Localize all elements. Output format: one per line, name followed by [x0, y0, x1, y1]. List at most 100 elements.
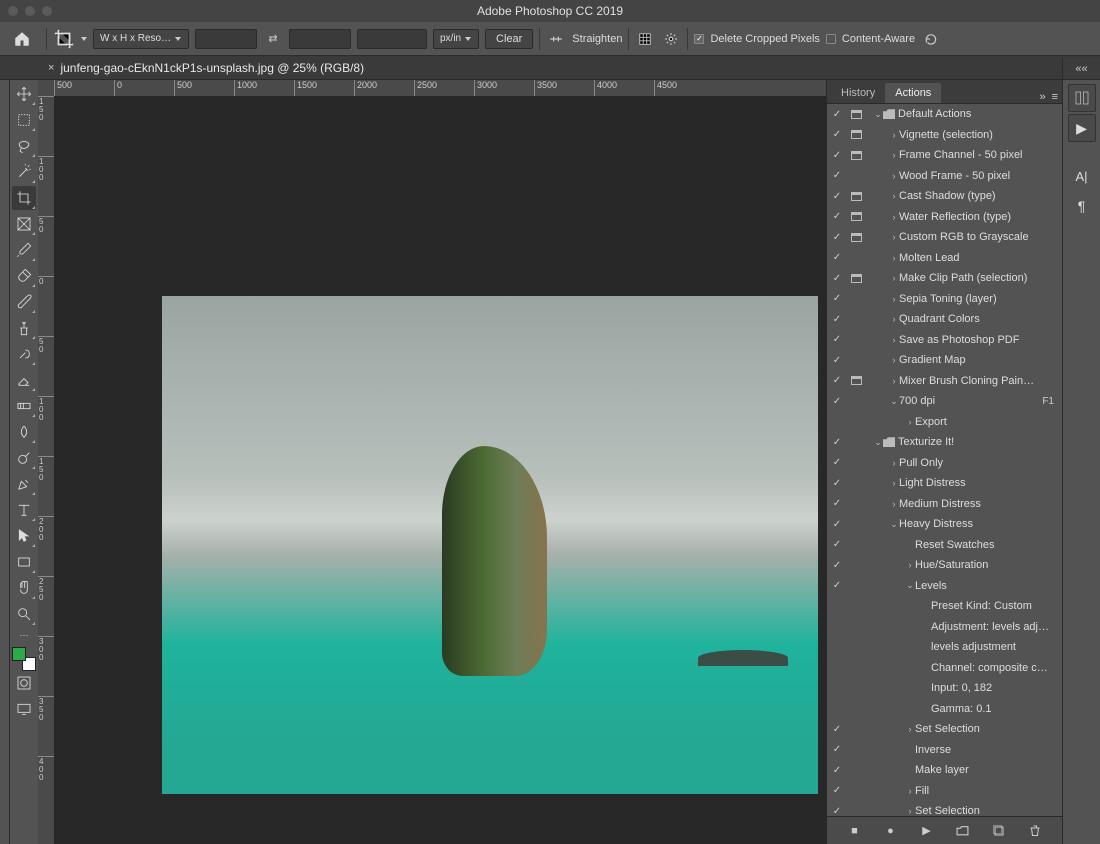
- tool-blur[interactable]: [12, 420, 36, 444]
- tool-spot-heal[interactable]: [12, 264, 36, 288]
- panel-collapse-icon[interactable]: »: [1039, 91, 1045, 103]
- stop-button[interactable]: ■: [848, 824, 862, 838]
- delete-button[interactable]: [1028, 824, 1042, 838]
- record-button[interactable]: ●: [884, 824, 898, 838]
- action-row[interactable]: ✓⌄ 700 dpiF1: [827, 391, 1062, 412]
- canvas-viewport[interactable]: [54, 96, 826, 844]
- tool-pen[interactable]: [12, 472, 36, 496]
- tool-marquee[interactable]: [12, 108, 36, 132]
- crop-tool-icon[interactable]: [53, 28, 75, 50]
- tool-history-brush[interactable]: [12, 342, 36, 366]
- action-row[interactable]: ✓› Sepia Toning (layer): [827, 289, 1062, 310]
- action-row[interactable]: ✓› Cast Shadow (type): [827, 186, 1062, 207]
- dock-button-character[interactable]: A|: [1068, 162, 1096, 190]
- action-row[interactable]: › Export: [827, 412, 1062, 433]
- horizontal-ruler[interactable]: 500050010001500200025003000350040004500: [54, 80, 826, 96]
- tool-type[interactable]: [12, 498, 36, 522]
- action-row[interactable]: ✓⌄ Heavy Distress: [827, 514, 1062, 535]
- close-window[interactable]: [8, 6, 18, 16]
- new-action-button[interactable]: [992, 824, 1006, 838]
- action-row[interactable]: ✓› Save as Photoshop PDF: [827, 330, 1062, 351]
- tool-move[interactable]: [12, 82, 36, 106]
- panel-menu-icon[interactable]: ≡: [1052, 91, 1058, 103]
- right-dock-collapse-icon[interactable]: ««: [1062, 58, 1100, 80]
- tool-clone[interactable]: [12, 316, 36, 340]
- tool-path-select[interactable]: [12, 524, 36, 548]
- action-row[interactable]: ✓› Frame Channel - 50 pixel: [827, 145, 1062, 166]
- action-row[interactable]: ✓› Set Selection: [827, 719, 1062, 740]
- dock-button-play[interactable]: ▶: [1068, 114, 1096, 142]
- tool-eyedropper[interactable]: [12, 238, 36, 262]
- actions-list[interactable]: ✓⌄ Default Actions✓› Vignette (selection…: [827, 104, 1062, 816]
- action-row[interactable]: ✓› Vignette (selection): [827, 125, 1062, 146]
- color-swatches[interactable]: [12, 647, 36, 671]
- zoom-window[interactable]: [42, 6, 52, 16]
- action-row[interactable]: ✓ Reset Swatches: [827, 535, 1062, 556]
- tool-hand[interactable]: [12, 576, 36, 600]
- straighten-icon[interactable]: [546, 29, 566, 49]
- action-row[interactable]: ✓› Make Clip Path (selection): [827, 268, 1062, 289]
- actions-tab[interactable]: Actions: [885, 83, 941, 103]
- action-row[interactable]: ✓ Make layer: [827, 760, 1062, 781]
- left-collapsed-dock[interactable]: [0, 80, 10, 844]
- action-row[interactable]: Preset Kind: Custom: [827, 596, 1062, 617]
- action-row[interactable]: ✓› Molten Lead: [827, 248, 1062, 269]
- dock-button-paragraph[interactable]: ¶: [1068, 192, 1096, 220]
- action-row[interactable]: Channel: composite c…: [827, 658, 1062, 679]
- home-button[interactable]: [4, 25, 40, 53]
- action-row[interactable]: ✓› Quadrant Colors: [827, 309, 1062, 330]
- action-row[interactable]: ✓› Light Distress: [827, 473, 1062, 494]
- clear-button[interactable]: Clear: [485, 29, 533, 49]
- tool-eraser[interactable]: [12, 368, 36, 392]
- action-row[interactable]: ✓› Hue/Saturation: [827, 555, 1062, 576]
- tool-rectangle[interactable]: [12, 550, 36, 574]
- action-row[interactable]: ✓› Water Reflection (type): [827, 207, 1062, 228]
- action-row[interactable]: Gamma: 0.1: [827, 699, 1062, 720]
- action-row[interactable]: ✓ Inverse: [827, 740, 1062, 761]
- tool-magic-wand[interactable]: [12, 160, 36, 184]
- play-button[interactable]: ▶: [920, 824, 934, 838]
- quick-mask-button[interactable]: [12, 671, 36, 695]
- crop-resolution-input[interactable]: [357, 29, 427, 49]
- crop-height-input[interactable]: [289, 29, 351, 49]
- tool-crop[interactable]: [12, 186, 36, 210]
- tool-zoom[interactable]: [12, 602, 36, 626]
- overlay-grid-button[interactable]: [635, 29, 655, 49]
- close-document-icon[interactable]: ×: [48, 62, 54, 74]
- action-row[interactable]: ✓⌄ Texturize It!: [827, 432, 1062, 453]
- action-row[interactable]: ✓› Fill: [827, 781, 1062, 802]
- action-row[interactable]: Adjustment: levels adj…: [827, 617, 1062, 638]
- document-tab[interactable]: × junfeng-gao-cEknN1ckP1s-unsplash.jpg @…: [38, 61, 374, 75]
- action-row[interactable]: ✓› Pull Only: [827, 453, 1062, 474]
- action-row[interactable]: levels adjustment: [827, 637, 1062, 658]
- action-row[interactable]: Input: 0, 182: [827, 678, 1062, 699]
- history-tab[interactable]: History: [831, 83, 885, 103]
- action-row[interactable]: ✓› Mixer Brush Cloning Pain…: [827, 371, 1062, 392]
- tool-preset-dropdown[interactable]: [81, 37, 87, 41]
- ruler-origin[interactable]: [38, 80, 54, 96]
- action-row[interactable]: ✓› Medium Distress: [827, 494, 1062, 515]
- action-row[interactable]: ✓⌄ Default Actions: [827, 104, 1062, 125]
- action-row[interactable]: ✓› Wood Frame - 50 pixel: [827, 166, 1062, 187]
- new-set-button[interactable]: [956, 824, 970, 838]
- tool-lasso[interactable]: [12, 134, 36, 158]
- action-row[interactable]: ✓⌄ Levels: [827, 576, 1062, 597]
- screen-mode-button[interactable]: [12, 697, 36, 721]
- crop-width-input[interactable]: [195, 29, 257, 49]
- action-row[interactable]: ✓› Set Selection: [827, 801, 1062, 816]
- tool-frame[interactable]: [12, 212, 36, 236]
- tool-brush[interactable]: [12, 290, 36, 314]
- aspect-ratio-dropdown[interactable]: W x H x Reso…: [93, 29, 189, 49]
- crop-options-gear-button[interactable]: [661, 29, 681, 49]
- unit-dropdown[interactable]: px/in: [433, 29, 479, 49]
- tool-dodge[interactable]: [12, 446, 36, 470]
- dock-button-1[interactable]: [1068, 84, 1096, 112]
- content-aware-checkbox[interactable]: [826, 34, 836, 44]
- action-row[interactable]: ✓› Gradient Map: [827, 350, 1062, 371]
- delete-cropped-checkbox[interactable]: [694, 34, 704, 44]
- reset-crop-button[interactable]: [921, 29, 941, 49]
- swap-dimensions-button[interactable]: ⇄: [263, 32, 283, 45]
- minimize-window[interactable]: [25, 6, 35, 16]
- action-row[interactable]: ✓› Custom RGB to Grayscale: [827, 227, 1062, 248]
- tool-gradient[interactable]: [12, 394, 36, 418]
